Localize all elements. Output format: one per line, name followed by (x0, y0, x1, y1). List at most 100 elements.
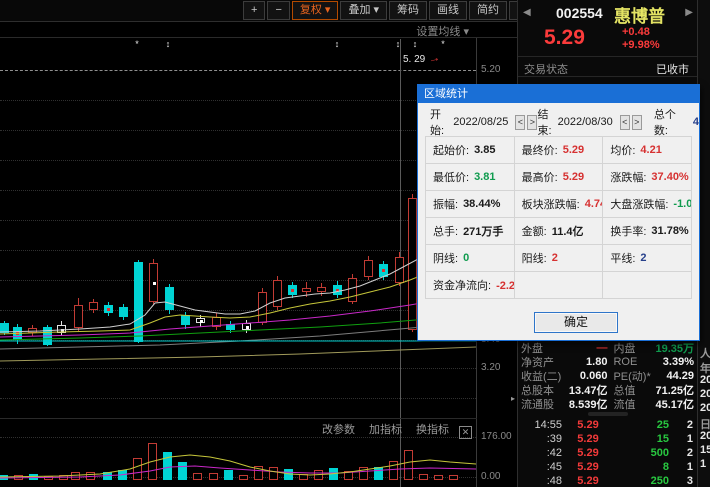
end-date-prev-button[interactable]: < (620, 115, 630, 130)
dialog-stat-label: 阴线: (433, 250, 458, 266)
event-marker-icon[interactable]: ↕ (410, 39, 420, 49)
tick-row: :395.29151 (518, 432, 697, 446)
stat-label: 流通股 (521, 396, 567, 412)
toolbar-button-3[interactable]: 叠加 ▾ (340, 1, 387, 20)
tick-v: 8 (614, 461, 669, 473)
gridline (0, 368, 476, 369)
tick-p: 5.29 (562, 447, 614, 459)
dialog-stat-label: 振幅: (433, 196, 458, 212)
clipped-text-fragment: 20 (700, 402, 710, 414)
dialog-stat-cell (515, 272, 604, 299)
volume-bar (254, 466, 263, 480)
indicator-axis-label: 0.00 (481, 471, 500, 482)
tick-trade-list[interactable]: 14:555.29252:395.29151:425.295002:455.29… (518, 418, 697, 487)
dialog-stat-cell: 资金净流向:-2.21亿 (426, 272, 515, 299)
indicator-toolbar-item-0[interactable]: 改参数 (322, 424, 355, 436)
event-marker-icon[interactable]: * (132, 39, 142, 49)
price-axis-label: 5.20 (481, 64, 500, 75)
stat-row: 收益(二)0.060PE(动)*44.29 (518, 369, 697, 383)
start-date-label: 开始: (430, 106, 450, 138)
total-count-label: 总个数: (654, 106, 683, 138)
event-marker-icon[interactable]: * (438, 39, 448, 49)
panel-collapse-handle[interactable] (588, 412, 628, 416)
next-stock-arrow-icon[interactable]: ▶ (685, 7, 693, 18)
ok-button[interactable]: 确定 (534, 312, 618, 333)
gridline (0, 280, 476, 281)
volume-bar (103, 472, 112, 480)
clipped-text-fragment: 15 (700, 444, 710, 456)
dialog-stat-row: 起始价:3.85最终价:5.29均价:4.21 (426, 137, 692, 164)
dialog-title-bar[interactable]: 区域统计 (418, 85, 699, 103)
ma-slow-gray (0, 322, 476, 349)
gridline (0, 100, 476, 101)
tick-t: :45 (522, 461, 562, 473)
gridline (0, 310, 476, 311)
dialog-stat-label: 最高价: (522, 169, 558, 185)
dialog-stat-label: 总手: (433, 223, 458, 239)
dialog-stat-value: 5.29 (563, 144, 584, 156)
indicator-close-icon[interactable]: ✕ (459, 426, 472, 439)
gridline (0, 340, 476, 341)
toolbar-button-5[interactable]: 画线 (429, 1, 467, 20)
last-price-tag: 5. 29 (403, 54, 425, 65)
dialog-stat-label: 涨跌幅: (610, 169, 646, 185)
dialog-stat-cell: 涨跌幅:37.40% (603, 164, 692, 191)
chart-subheader: 设置均线 ▾ (0, 22, 517, 38)
ma-slow-khaki (0, 347, 476, 361)
prev-stock-arrow-icon[interactable]: ◀ (523, 7, 531, 18)
event-marker-icon[interactable]: ↕ (163, 39, 173, 49)
indicator-toolbar-item-1[interactable]: 加指标 (369, 424, 402, 436)
stat-row: 外盘—内盘19.35万 (518, 341, 697, 355)
clipped-text-fragment: 20 (700, 374, 710, 386)
dialog-stat-row: 最低价:3.81最高价:5.29涨跌幅:37.40% (426, 164, 692, 191)
tick-p: 5.29 (562, 419, 614, 431)
volume-bar (314, 470, 323, 480)
stat-value: 19.35万 (645, 340, 694, 356)
dialog-stat-cell: 振幅:38.44% (426, 191, 515, 218)
gridline (0, 220, 476, 221)
tick-t: :42 (522, 447, 562, 459)
event-marker-icon[interactable]: ↕ (393, 39, 403, 49)
gridline (0, 160, 476, 161)
start-date-prev-button[interactable]: < (515, 115, 525, 130)
dialog-stat-cell: 阳线:2 (515, 245, 604, 272)
dialog-stat-value: 2 (552, 252, 558, 264)
change-percent: +9.98% (622, 39, 660, 51)
toolbar-button-2[interactable]: 复权 ▾ (292, 1, 339, 20)
tick-row: 14:555.29252 (518, 418, 697, 432)
stat-label: 流值 (607, 396, 645, 412)
stat-value: 8.539亿 (567, 396, 607, 412)
dialog-stat-cell: 换手率:31.78% (603, 218, 692, 245)
last-price: 5.29 (544, 26, 585, 50)
ma-settings-dropdown[interactable]: 设置均线 ▾ (416, 23, 469, 39)
toolbar-button-1[interactable]: − (267, 1, 289, 20)
tick-v: 250 (614, 475, 669, 487)
dialog-stat-label: 均价: (610, 142, 635, 158)
gridline (0, 190, 476, 191)
volume-bar (359, 467, 368, 480)
dialog-stat-value: 3.81 (474, 171, 495, 183)
trade-status-value: 已收市 (656, 61, 689, 77)
dialog-stat-value: -1.04% (673, 198, 692, 210)
indicator-toolbar-item-2[interactable]: 换指标 (416, 424, 449, 436)
dialog-stat-label: 大盘涨跌幅: (610, 196, 668, 212)
panel-expand-arrow-icon[interactable]: ▸ (511, 394, 515, 403)
start-date-next-button[interactable]: > (527, 115, 537, 130)
dialog-stat-value: 4.21 (640, 144, 661, 156)
stat-value: 3.39% (645, 356, 694, 368)
volume-bar (284, 469, 293, 480)
tick-v: 500 (614, 447, 669, 459)
toolbar-button-4[interactable]: 筹码 (389, 1, 427, 20)
dialog-stat-row: 资金净流向:-2.21亿 (426, 272, 692, 299)
toolbar-button-0[interactable]: + (243, 1, 265, 20)
toolbar-button-6[interactable]: 简约 (469, 1, 507, 20)
stat-label: ROE (607, 356, 645, 368)
dialog-stat-value: 3.85 (474, 144, 495, 156)
stat-row: 净资产1.80ROE3.39% (518, 355, 697, 369)
dialog-stat-value: 2 (640, 252, 646, 264)
dialog-stat-cell: 平线:2 (603, 245, 692, 272)
end-date-next-button[interactable]: > (632, 115, 642, 130)
dialog-stat-label: 起始价: (433, 142, 469, 158)
end-date-label: 结束: (537, 106, 557, 138)
event-marker-icon[interactable]: ↕ (332, 39, 342, 49)
